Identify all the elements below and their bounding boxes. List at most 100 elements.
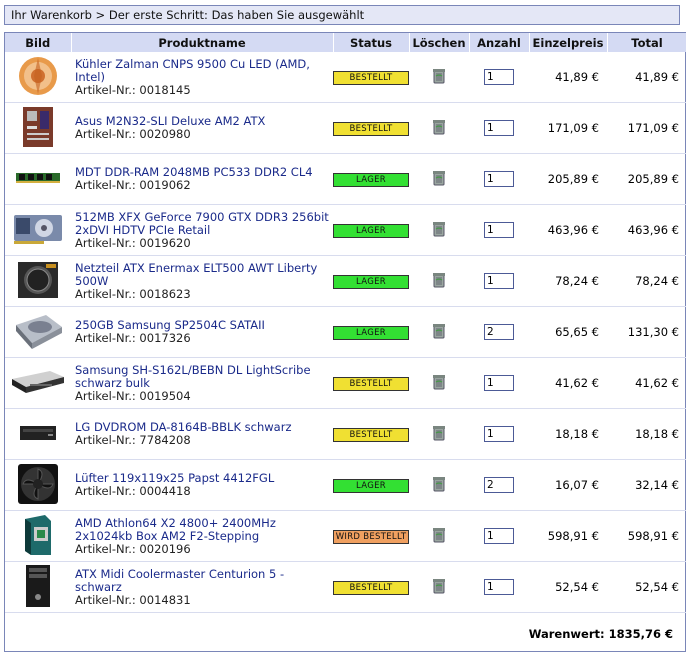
trash-icon[interactable] (431, 578, 447, 598)
quantity-input[interactable] (484, 477, 514, 493)
table-row: Kühler Zalman CNPS 9500 Cu LED (AMD, Int… (5, 52, 686, 103)
quantity-input[interactable] (484, 324, 514, 340)
article-number: Artikel-Nr.: 0018145 (75, 82, 191, 97)
unit-price: 18,18 € (529, 408, 607, 460)
quantity-input[interactable] (484, 273, 514, 289)
product-image-cell (5, 52, 71, 103)
trash-icon[interactable] (431, 425, 447, 445)
unit-price: 78,24 € (529, 255, 607, 307)
quantity-input[interactable] (484, 426, 514, 442)
trash-icon[interactable] (431, 68, 447, 88)
line-total: 41,89 € (607, 52, 686, 103)
product-name-cell: Asus M2N32-SLI Deluxe AM2 ATX Artikel-Nr.… (71, 102, 333, 154)
product-image-cell (5, 408, 71, 460)
status-cell: LAGER (333, 306, 409, 358)
power-supply-icon[interactable] (16, 260, 60, 303)
ram-module-icon[interactable] (15, 172, 61, 187)
line-total: 463,96 € (607, 204, 686, 256)
trash-icon[interactable] (431, 527, 447, 547)
status-cell: BESTELLT (333, 408, 409, 460)
line-total: 41,62 € (607, 357, 686, 409)
quantity-input[interactable] (484, 579, 514, 595)
delete-cell (409, 204, 469, 256)
status-badge: BESTELLT (333, 70, 409, 85)
product-name-link[interactable]: Netzteil ATX Enermax ELT500 AWT Liberty … (75, 261, 333, 288)
table-row: Asus M2N32-SLI Deluxe AM2 ATX Artikel-Nr.… (5, 102, 686, 154)
line-total: 598,91 € (607, 510, 686, 562)
line-total: 171,09 € (607, 102, 686, 154)
trash-icon[interactable] (431, 272, 447, 292)
breadcrumb: Ihr Warenkorb > Der erste Schritt: Das h… (4, 5, 680, 25)
quantity-cell (469, 408, 529, 460)
trash-icon[interactable] (431, 119, 447, 139)
motherboard-icon[interactable] (22, 106, 54, 151)
col-header-status: Status (333, 33, 410, 52)
quantity-cell (469, 102, 529, 154)
cart-table: Bild Produktname Status Löschen Anzahl E… (5, 33, 686, 613)
unit-price: 16,07 € (529, 459, 607, 511)
status-badge: LAGER (333, 223, 409, 238)
table-header-row: Bild Produktname Status Löschen Anzahl E… (5, 33, 686, 52)
article-number: Artikel-Nr.: 0019062 (75, 178, 191, 192)
dvd-burner-icon[interactable] (10, 369, 66, 398)
delete-cell (409, 561, 469, 613)
unit-price: 41,89 € (529, 52, 607, 103)
status-cell: BESTELLT (333, 102, 409, 154)
article-number: Artikel-Nr.: 7784208 (75, 433, 191, 447)
col-header-einzelpreis: Einzelpreis (529, 33, 608, 52)
product-name-cell: Kühler Zalman CNPS 9500 Cu LED (AMD, Int… (71, 52, 333, 103)
status-cell: WIRD BESTELLT (333, 510, 409, 562)
quantity-input[interactable] (484, 69, 514, 85)
unit-price: 598,91 € (529, 510, 607, 562)
article-number: Artikel-Nr.: 0018623 (75, 286, 191, 301)
cart-table-body: Kühler Zalman CNPS 9500 Cu LED (AMD, Int… (5, 52, 686, 613)
quantity-input[interactable] (484, 222, 514, 238)
unit-price: 65,65 € (529, 306, 607, 358)
trash-icon[interactable] (431, 476, 447, 496)
delete-cell (409, 306, 469, 358)
quantity-input[interactable] (484, 171, 514, 187)
status-badge: BESTELLT (333, 580, 409, 595)
product-name-cell: LG DVDROM DA-8164B-BBLK schwarz Artikel-N… (71, 408, 333, 460)
product-image-cell (5, 255, 71, 307)
product-name-link[interactable]: Samsung SH-S162L/BEBN DL LightScribe sch… (75, 363, 333, 390)
col-header-loeschen: Löschen (409, 33, 470, 52)
status-badge: BESTELLT (333, 427, 409, 442)
graphics-card-icon[interactable] (12, 211, 64, 250)
col-header-total: Total (607, 33, 686, 52)
hard-drive-icon[interactable] (12, 311, 64, 354)
dvd-drive-icon[interactable] (18, 422, 58, 447)
delete-cell (409, 510, 469, 562)
pc-case-icon[interactable] (23, 563, 53, 612)
trash-icon[interactable] (431, 374, 447, 394)
status-cell: LAGER (333, 204, 409, 256)
status-cell: LAGER (333, 153, 409, 205)
quantity-input[interactable] (484, 375, 514, 391)
quantity-cell (469, 255, 529, 307)
product-name-link[interactable]: Kühler Zalman CNPS 9500 Cu LED (AMD, Int… (75, 57, 333, 84)
product-name-cell: 512MB XFX GeForce 7900 GTX DDR3 256bit 2… (71, 204, 333, 256)
product-name-link[interactable]: AMD Athlon64 X2 4800+ 2400MHz 2x1024kb B… (75, 516, 333, 543)
product-name-cell: Lüfter 119x119x25 Papst 4412FGL Artikel-N… (71, 459, 333, 511)
delete-cell (409, 459, 469, 511)
cpu-box-icon[interactable] (21, 513, 55, 560)
trash-icon[interactable] (431, 221, 447, 241)
table-row: AMD Athlon64 X2 4800+ 2400MHz 2x1024kb B… (5, 510, 686, 562)
product-name-link[interactable]: ATX Midi Coolermaster Centurion 5 - schw… (75, 567, 333, 594)
case-fan-icon[interactable] (16, 462, 60, 509)
cpu-cooler-icon[interactable] (16, 54, 60, 101)
status-badge: BESTELLT (333, 376, 409, 391)
quantity-input[interactable] (484, 528, 514, 544)
status-badge: LAGER (333, 325, 409, 340)
quantity-cell (469, 357, 529, 409)
delete-cell (409, 408, 469, 460)
trash-icon[interactable] (431, 170, 447, 190)
product-name-link[interactable]: 512MB XFX GeForce 7900 GTX DDR3 256bit 2… (75, 210, 333, 237)
trash-icon[interactable] (431, 323, 447, 343)
quantity-input[interactable] (484, 120, 514, 136)
table-row: 512MB XFX GeForce 7900 GTX DDR3 256bit 2… (5, 204, 686, 256)
col-header-bild: Bild (5, 33, 72, 52)
product-name-cell: Netzteil ATX Enermax ELT500 AWT Liberty … (71, 255, 333, 307)
product-image-cell (5, 204, 71, 256)
product-name-cell: 250GB Samsung SP2504C SATAII Artikel-Nr.:… (71, 306, 333, 358)
